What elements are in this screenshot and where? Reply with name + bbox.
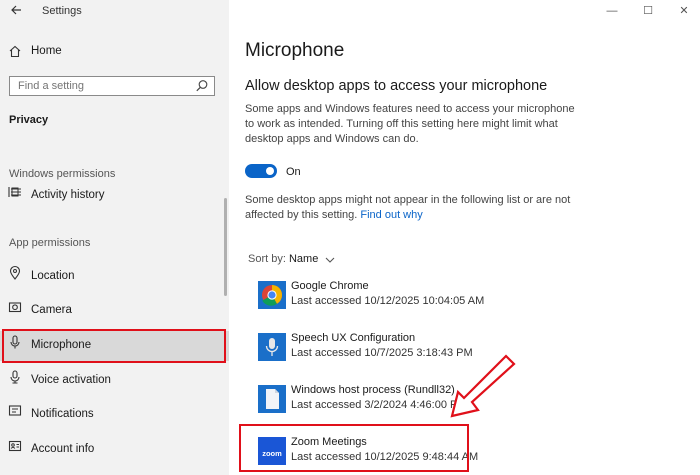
voice-activation-icon bbox=[8, 369, 22, 385]
document-icon bbox=[258, 385, 286, 413]
windows-permissions-heading: Windows permissions bbox=[9, 168, 116, 180]
close-button[interactable]: ✕ bbox=[674, 3, 694, 19]
sidebar-item-label: Voice activation bbox=[31, 374, 111, 386]
window-title: Settings bbox=[42, 5, 82, 17]
find-out-why-link[interactable]: Find out why bbox=[360, 209, 422, 221]
sidebar-item-account-info[interactable]: Account info bbox=[0, 435, 229, 465]
sidebar-item-label: Notifications bbox=[31, 408, 94, 420]
app-name: Google Chrome bbox=[291, 280, 369, 292]
sidebar: Settings Home Privacy Windows permission… bbox=[0, 0, 229, 475]
camera-icon bbox=[8, 299, 22, 315]
toggle-knob bbox=[266, 167, 274, 175]
microphone-access-toggle[interactable] bbox=[245, 164, 277, 178]
back-arrow-icon[interactable] bbox=[8, 3, 24, 19]
sort-label: Sort by: bbox=[248, 253, 286, 265]
privacy-heading: Privacy bbox=[9, 114, 49, 126]
highlight-box bbox=[2, 329, 226, 363]
section-title: Allow desktop apps to access your microp… bbox=[245, 78, 548, 94]
apps-note: Some desktop apps might not appear in th… bbox=[245, 193, 575, 223]
sidebar-item-label: Home bbox=[31, 45, 62, 57]
sidebar-item-label: Location bbox=[31, 270, 75, 282]
app-name: Windows host process (Rundll32) bbox=[291, 384, 455, 396]
sidebar-item-label: Account info bbox=[31, 443, 95, 455]
app-permissions-heading: App permissions bbox=[9, 237, 91, 249]
search-input[interactable] bbox=[18, 79, 188, 93]
sidebar-item-home[interactable]: Home bbox=[0, 40, 229, 64]
notifications-icon bbox=[8, 403, 22, 419]
sidebar-scrollbar[interactable] bbox=[224, 198, 227, 296]
minimize-button[interactable]: — bbox=[602, 3, 622, 19]
title-bar: Settings bbox=[0, 0, 229, 24]
toggle-state-label: On bbox=[286, 166, 301, 178]
app-name: Speech UX Configuration bbox=[291, 332, 416, 344]
account-info-icon bbox=[8, 438, 22, 454]
section-description: Some apps and Windows features need to a… bbox=[245, 103, 575, 145]
chrome-icon bbox=[258, 281, 286, 309]
highlight-box bbox=[239, 424, 469, 472]
sidebar-item-notifications[interactable]: Notifications bbox=[0, 400, 229, 430]
annotation-arrow-icon bbox=[450, 354, 516, 418]
activity-history-icon bbox=[8, 184, 22, 200]
sidebar-item-voice-activation[interactable]: Voice activation bbox=[0, 366, 229, 396]
sidebar-item-label: Camera bbox=[31, 304, 72, 316]
location-icon bbox=[8, 265, 22, 281]
app-last-accessed: Last accessed 10/12/2025 10:04:05 AM bbox=[291, 295, 485, 307]
microphone-app-icon bbox=[258, 333, 286, 361]
sidebar-item-camera[interactable]: Camera bbox=[0, 296, 229, 326]
window-controls: — ☐ ✕ bbox=[590, 0, 700, 22]
page-title: Microphone bbox=[245, 40, 345, 61]
sidebar-item-label: Activity history bbox=[31, 189, 105, 201]
sidebar-item-location[interactable]: Location bbox=[0, 262, 229, 292]
chevron-down-icon bbox=[325, 255, 335, 267]
search-icon[interactable] bbox=[195, 79, 209, 93]
sort-value: Name bbox=[288, 253, 319, 265]
search-box[interactable] bbox=[9, 76, 215, 96]
app-item-google-chrome[interactable]: Google Chrome Last accessed 10/12/2025 1… bbox=[257, 279, 557, 319]
sort-dropdown[interactable]: Sort by: Name bbox=[248, 253, 335, 265]
home-icon bbox=[8, 43, 22, 59]
sidebar-item-activity-history[interactable]: Activity history bbox=[0, 181, 229, 211]
maximize-button[interactable]: ☐ bbox=[638, 3, 658, 19]
